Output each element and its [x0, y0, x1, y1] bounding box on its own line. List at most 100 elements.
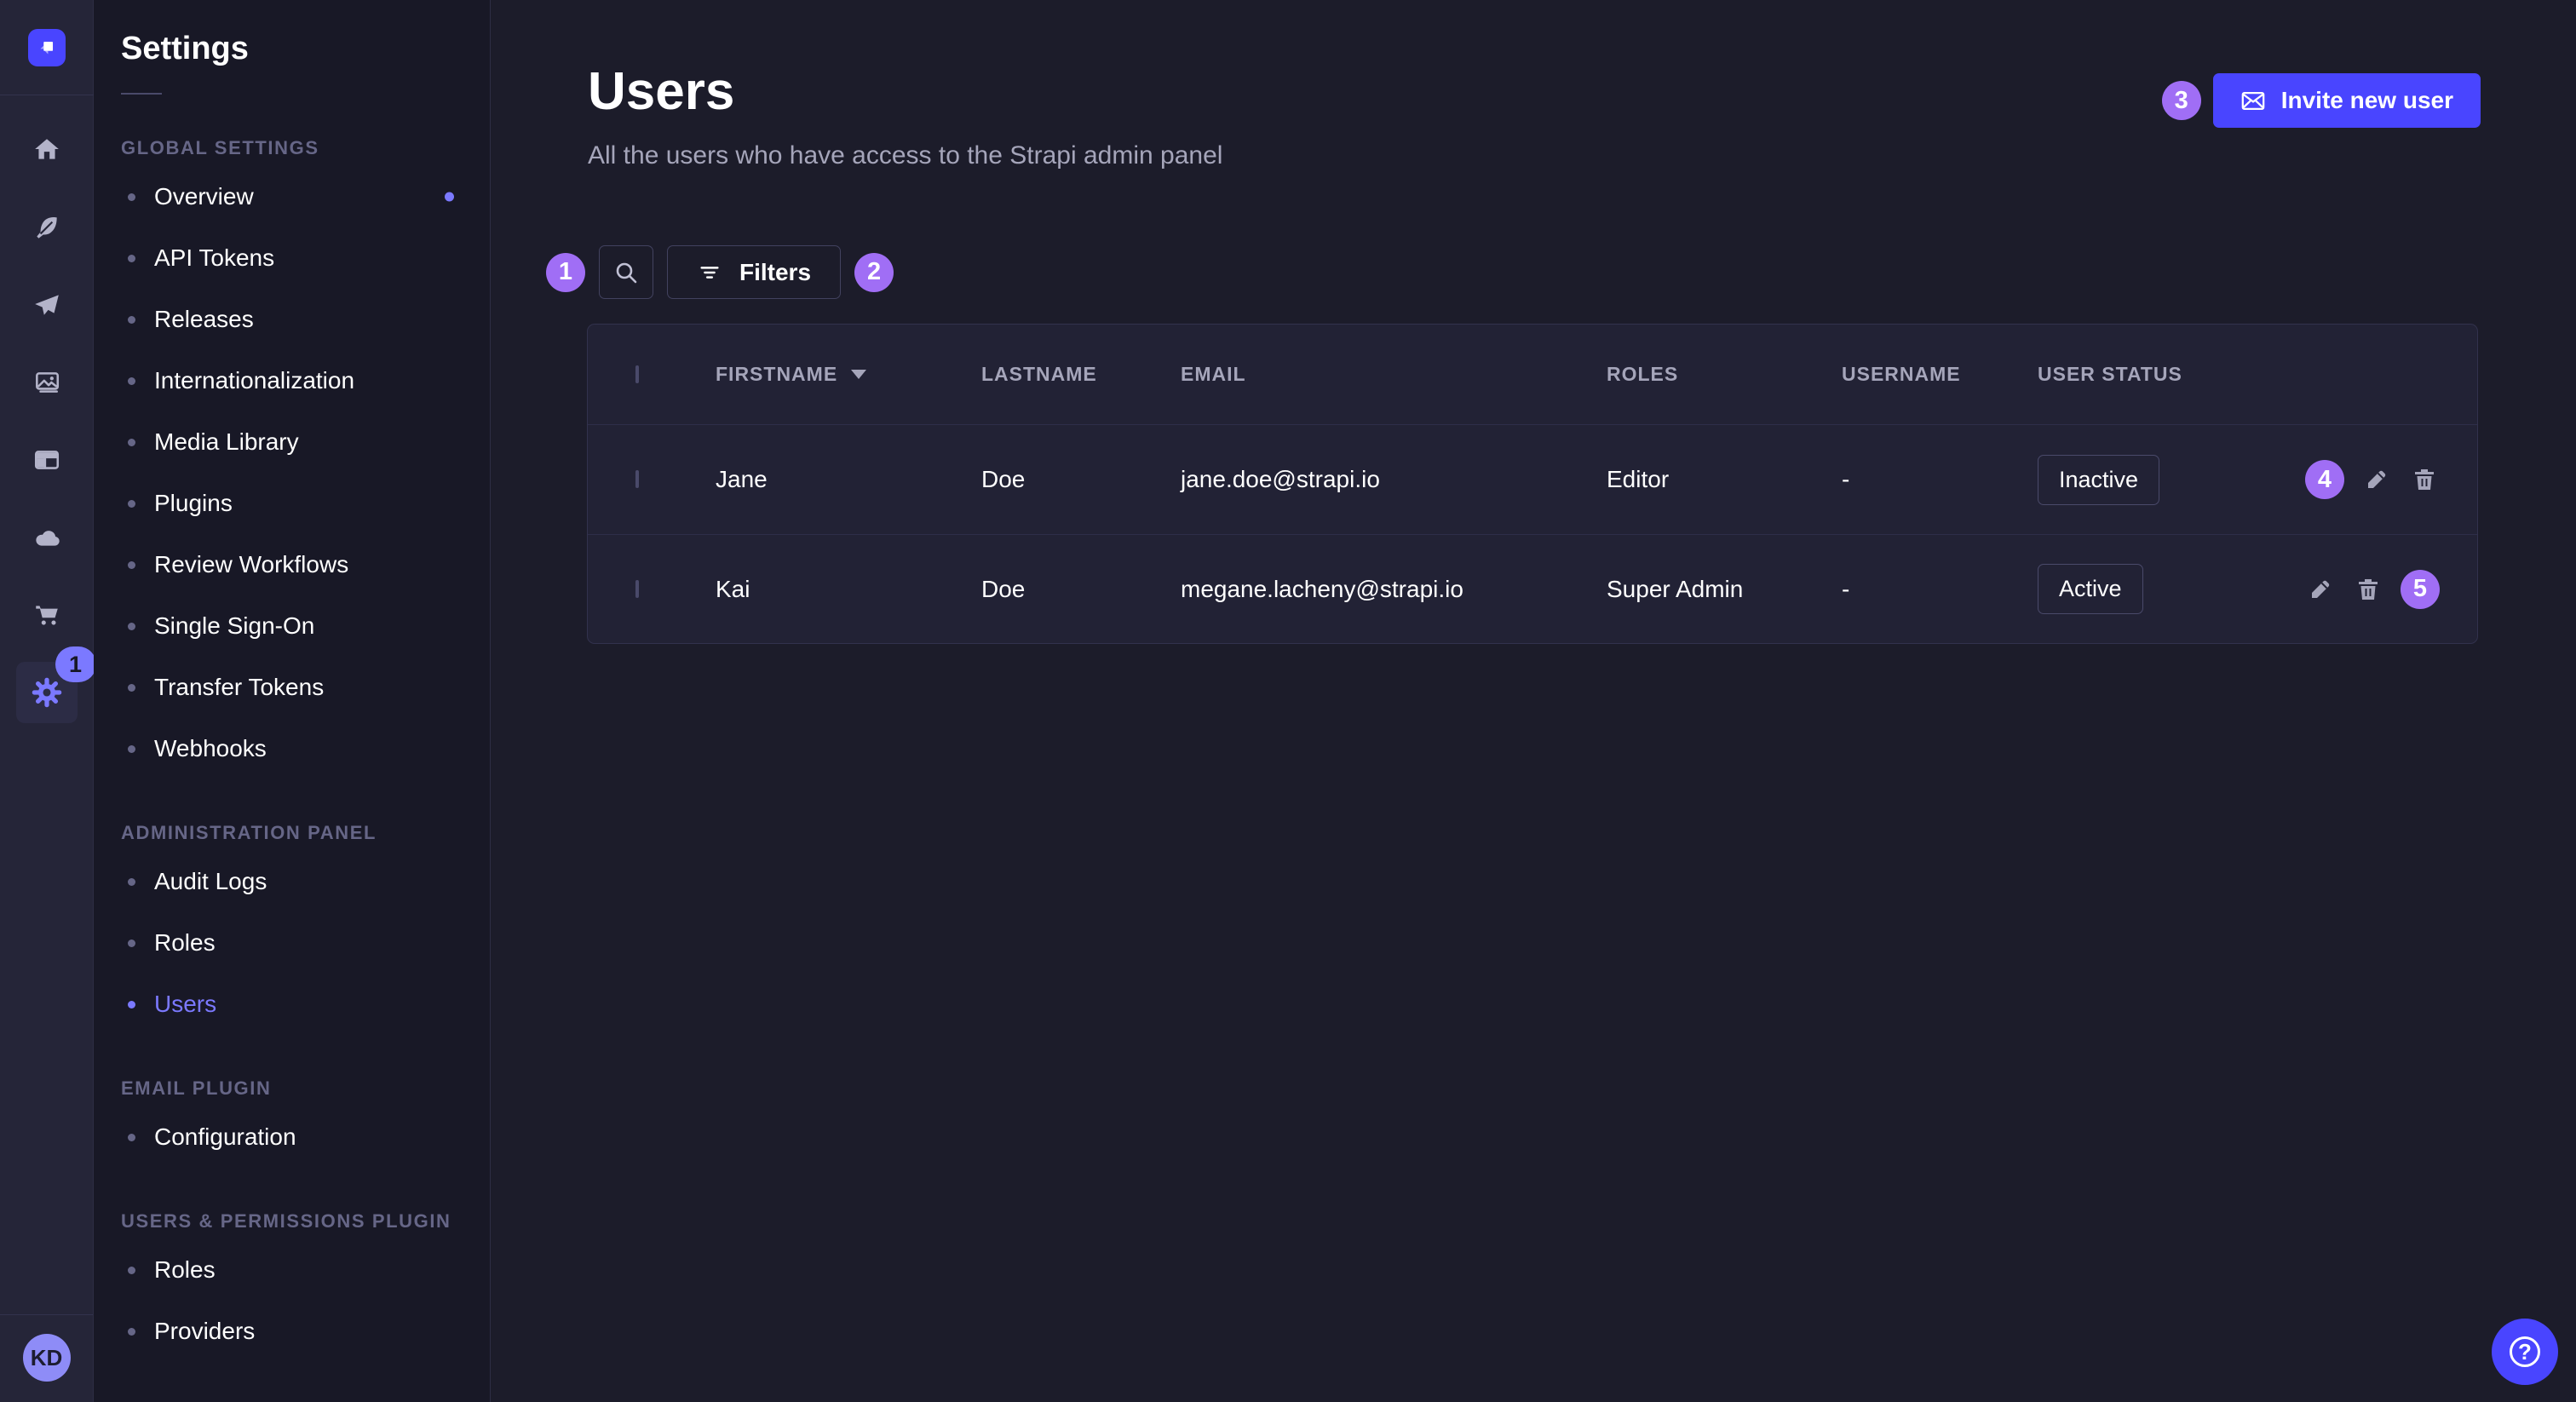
sidebar-item-users[interactable]: Users	[121, 974, 490, 1035]
page-subtitle: All the users who have access to the Str…	[588, 141, 1222, 170]
cell-roles: Super Admin	[1607, 576, 1743, 602]
section-email-plugin: EMAIL PLUGIN	[121, 1077, 490, 1100]
header-firstname[interactable]: Firstname	[716, 363, 837, 386]
question-mark-icon: ?	[2510, 1336, 2540, 1367]
edit-pencil-icon[interactable]	[2305, 574, 2336, 605]
bullet-icon	[128, 684, 135, 692]
cell-lastname: Doe	[981, 466, 1025, 492]
main-content: Users All the users who have access to t…	[492, 0, 2576, 1402]
invite-new-user-button[interactable]: Invite new user	[2213, 73, 2481, 128]
home-icon[interactable]	[32, 135, 62, 165]
title-divider	[121, 93, 162, 95]
sort-desc-caret-icon[interactable]	[851, 370, 866, 379]
help-button[interactable]: ?	[2492, 1319, 2558, 1385]
header-username[interactable]: Username	[1842, 363, 1961, 385]
bullet-icon	[128, 1001, 135, 1008]
sidebar-item-releases[interactable]: Releases	[121, 289, 490, 350]
sidebar-item-webhooks[interactable]: Webhooks	[121, 718, 490, 779]
sidebar-item-configuration[interactable]: Configuration	[121, 1106, 490, 1168]
bullet-icon	[128, 1267, 135, 1274]
cell-email: jane.doe@strapi.io	[1181, 466, 1380, 492]
filters-button-label: Filters	[739, 259, 811, 286]
sidebar-item-internationalization[interactable]: Internationalization	[121, 350, 490, 411]
overview-notification-dot	[445, 192, 454, 202]
bullet-icon	[128, 377, 135, 385]
cell-username: -	[1842, 576, 1849, 602]
settings-notification-badge: 1	[55, 646, 96, 682]
sidebar-item-plugins[interactable]: Plugins	[121, 473, 490, 534]
delete-trash-icon[interactable]	[2353, 574, 2383, 605]
bullet-icon	[128, 439, 135, 446]
header-user-status[interactable]: User status	[2038, 363, 2182, 385]
edit-pencil-icon[interactable]	[2361, 464, 2392, 495]
annotation-badge-5: 5	[2401, 570, 2440, 609]
select-all-checkbox[interactable]	[635, 365, 639, 383]
bullet-icon	[128, 193, 135, 201]
gear-icon	[31, 676, 63, 709]
users-table: Firstname Lastname Email Roles Username …	[587, 324, 2478, 644]
page-title: Users	[588, 61, 734, 122]
sidebar-item-overview[interactable]: Overview	[121, 166, 490, 227]
sidebar-item-up-roles[interactable]: Roles	[121, 1239, 490, 1301]
sidebar-item-providers[interactable]: Providers	[121, 1301, 490, 1362]
sidebar-item-review-workflows[interactable]: Review Workflows	[121, 534, 490, 595]
cart-icon[interactable]	[32, 600, 62, 630]
bullet-icon	[128, 1134, 135, 1141]
sidebar-item-single-sign-on[interactable]: Single Sign-On	[121, 595, 490, 657]
user-avatar[interactable]: KD	[23, 1334, 71, 1382]
bullet-icon	[128, 939, 135, 947]
envelope-icon	[2240, 90, 2266, 112]
cloud-icon[interactable]	[32, 522, 62, 553]
row-checkbox[interactable]	[635, 470, 639, 488]
filter-icon	[697, 260, 722, 285]
cell-firstname: Kai	[716, 576, 750, 603]
bullet-icon	[128, 561, 135, 569]
table-row[interactable]: Jane Doe jane.doe@strapi.io Editor - Ina…	[588, 425, 2477, 534]
sidebar-item-transfer-tokens[interactable]: Transfer Tokens	[121, 657, 490, 718]
bullet-icon	[128, 623, 135, 630]
strapi-logo-container	[0, 0, 94, 95]
strapi-logo[interactable]	[28, 29, 66, 66]
annotation-badge-2: 2	[854, 253, 894, 292]
cell-roles: Editor	[1607, 466, 1669, 492]
annotation-badge-3: 3	[2162, 81, 2201, 120]
filters-button[interactable]: Filters	[667, 245, 841, 299]
bullet-icon	[128, 500, 135, 508]
settings-title: Settings	[121, 31, 490, 67]
settings-subnav: Settings GLOBAL SETTINGS Overview API To…	[94, 0, 491, 1402]
delete-trash-icon[interactable]	[2409, 464, 2440, 495]
invite-button-label: Invite new user	[2281, 87, 2453, 114]
header-email[interactable]: Email	[1181, 363, 1246, 385]
sidebar-item-audit-logs[interactable]: Audit Logs	[121, 851, 490, 912]
status-badge: Inactive	[2038, 455, 2159, 505]
search-icon	[612, 259, 640, 286]
bullet-icon	[128, 1328, 135, 1336]
media-images-icon[interactable]	[32, 367, 62, 398]
settings-nav-item[interactable]: 1	[16, 662, 78, 723]
header-lastname[interactable]: Lastname	[981, 363, 1097, 385]
table-row[interactable]: Kai Doe megane.lacheny@strapi.io Super A…	[588, 534, 2477, 643]
sidebar-item-admin-roles[interactable]: Roles	[121, 912, 490, 974]
annotation-badge-1: 1	[546, 253, 585, 292]
table-toolbar: 1 Filters 2	[546, 245, 894, 299]
workspace-iconbar: 1 KD	[0, 0, 94, 1402]
feather-icon[interactable]	[32, 212, 62, 243]
iconbar-footer: KD	[0, 1314, 93, 1402]
search-button[interactable]	[599, 245, 653, 299]
invite-button-group: 3 Invite new user	[2162, 73, 2481, 128]
layout-panel-icon[interactable]	[32, 445, 62, 475]
primary-nav-icons: 1	[16, 135, 78, 723]
row-checkbox[interactable]	[635, 580, 639, 598]
section-users-permissions-plugin: USERS & PERMISSIONS PLUGIN	[121, 1210, 490, 1232]
header-roles[interactable]: Roles	[1607, 363, 1678, 385]
cell-lastname: Doe	[981, 576, 1025, 602]
sidebar-item-api-tokens[interactable]: API Tokens	[121, 227, 490, 289]
paper-plane-icon[interactable]	[32, 290, 62, 320]
bullet-icon	[128, 255, 135, 262]
cell-username: -	[1842, 466, 1849, 492]
strapi-logo-icon	[34, 35, 60, 60]
cell-email: megane.lacheny@strapi.io	[1181, 576, 1463, 602]
sidebar-item-media-library[interactable]: Media Library	[121, 411, 490, 473]
table-header-row: Firstname Lastname Email Roles Username …	[588, 325, 2477, 425]
section-administration-panel: ADMINISTRATION PANEL	[121, 822, 490, 844]
